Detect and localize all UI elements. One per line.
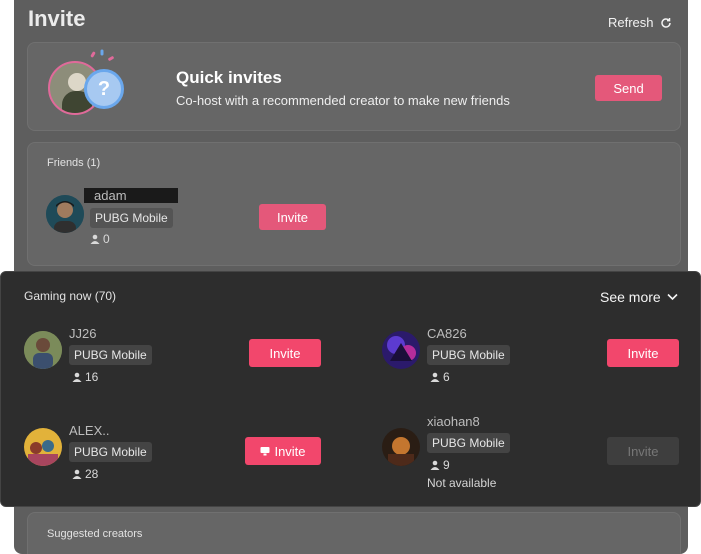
- avatar: [24, 428, 62, 466]
- gaming-now-panel: Gaming now (70) See more JJ26 PUBG Mobil…: [0, 271, 701, 507]
- question-icon: ?: [84, 69, 124, 109]
- game-tag: PUBG Mobile: [427, 345, 510, 365]
- follower-count: 16: [72, 370, 98, 384]
- availability-status: Not available: [427, 476, 497, 490]
- streamer-name: CA826: [427, 326, 467, 341]
- invite-button-disabled[interactable]: Invite: [607, 437, 679, 465]
- chevron-down-icon: [667, 293, 678, 301]
- avatar: [24, 331, 62, 369]
- follower-count: 6: [430, 370, 450, 384]
- person-icon: [72, 469, 82, 479]
- person-icon: [90, 234, 100, 244]
- person-icon: [430, 372, 440, 382]
- friend-invite-button[interactable]: Invite: [259, 204, 326, 230]
- game-tag: PUBG Mobile: [69, 345, 152, 365]
- suggested-creators-card: Suggested creators: [27, 512, 681, 554]
- game-tag: PUBG Mobile: [427, 433, 510, 453]
- follower-count: 9: [430, 458, 450, 472]
- avatar: [382, 331, 420, 369]
- refresh-label: Refresh: [608, 15, 654, 30]
- invite-button[interactable]: Invite: [607, 339, 679, 367]
- refresh-button[interactable]: Refresh: [608, 15, 672, 30]
- quick-invites-title: Quick invites: [176, 68, 282, 87]
- game-tag: PUBG Mobile: [69, 442, 152, 462]
- quick-invites-subtitle: Co-host with a recommended creator to ma…: [176, 93, 510, 108]
- quick-invites-card: ? Quick invites Co-host with a recommend…: [27, 42, 681, 131]
- streamer-name: xiaohan8: [427, 414, 480, 429]
- avatar: [382, 428, 420, 466]
- streamer-name: ALEX..: [69, 423, 110, 438]
- avatar: [46, 195, 84, 233]
- send-button[interactable]: Send: [595, 75, 662, 101]
- suggested-header: Suggested creators: [47, 528, 143, 540]
- friend-game-tag: PUBG Mobile: [90, 208, 173, 228]
- gaming-now-header: Gaming now (70): [24, 289, 117, 303]
- refresh-icon: [660, 17, 671, 28]
- friend-follower-count: 0: [90, 232, 110, 246]
- person-icon: [430, 460, 440, 470]
- friend-name: adam: [84, 188, 178, 203]
- friends-header: Friends (1): [47, 157, 101, 169]
- page-title: Invite: [28, 6, 86, 31]
- person-icon: [72, 372, 82, 382]
- see-more-button[interactable]: See more: [600, 289, 678, 305]
- streamer-name: JJ26: [69, 326, 97, 341]
- invite-button[interactable]: Invite: [249, 339, 321, 367]
- invite-button[interactable]: Invite: [245, 437, 321, 465]
- follower-count: 28: [72, 467, 98, 481]
- screen-icon: [260, 447, 270, 456]
- friends-card: Friends (1) adam PUBG Mobile 0 Invite: [27, 142, 681, 266]
